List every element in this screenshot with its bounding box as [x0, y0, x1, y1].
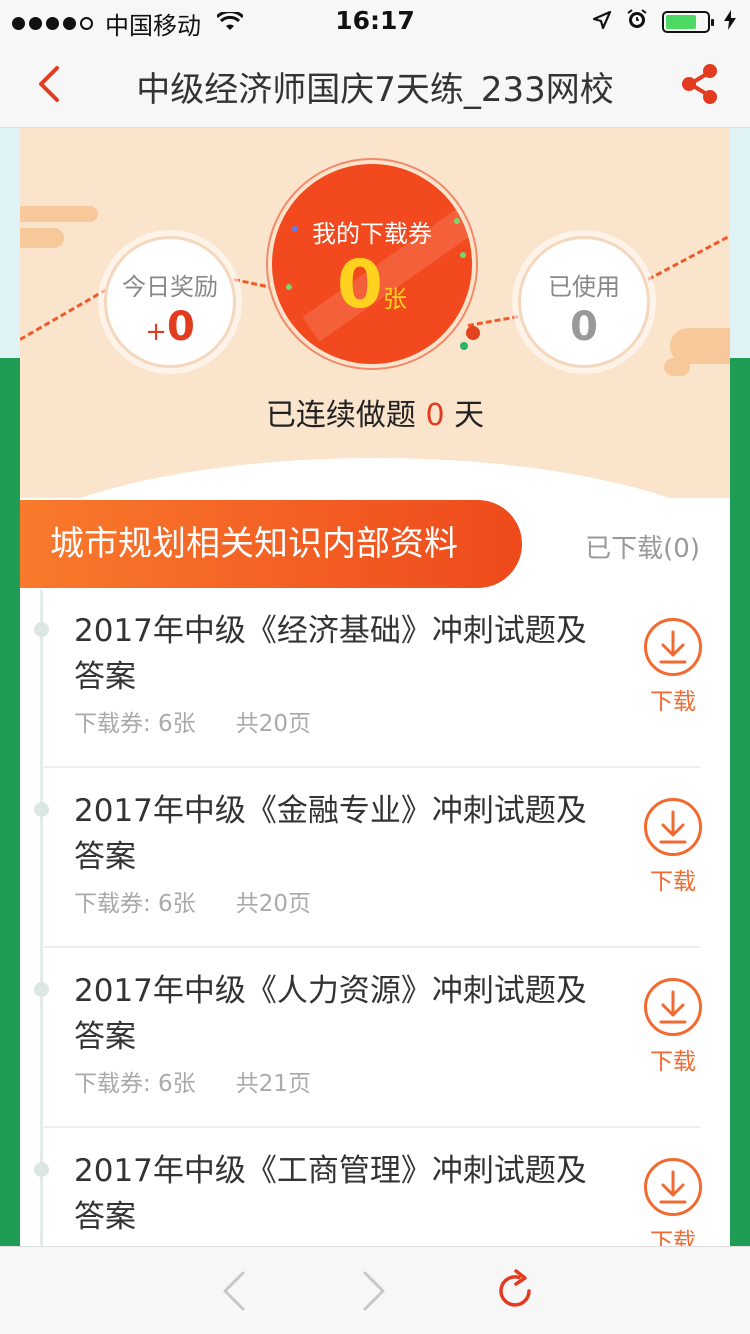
chevron-right-icon [363, 1271, 385, 1311]
streak-value: 0 [425, 398, 445, 433]
status-right [592, 8, 736, 36]
download-icon [659, 810, 687, 844]
decor-dot-red [466, 326, 480, 340]
today-reward-plus: + [145, 317, 167, 347]
list-item[interactable]: 2017年中级《人力资源》冲刺试题及答案 下载券: 6张 共21页 下载 [20, 948, 730, 1128]
today-reward-value: 0 [166, 304, 195, 350]
timeline-node [34, 622, 49, 637]
chevron-left-icon [223, 1271, 245, 1311]
my-coupon-unit: 张 [382, 285, 407, 313]
item-meta: 下载券: 6张 共21页 [74, 1064, 311, 1098]
charging-icon [724, 8, 736, 36]
item-meta: 下载券: 6张 共20页 [74, 704, 311, 738]
page-title: 中级经济师国庆7天练_233网校 [136, 70, 614, 110]
streak-suffix: 天 [454, 398, 485, 433]
download-label: 下载 [650, 1049, 696, 1075]
downloaded-link[interactable]: 已下载(0) [585, 528, 700, 565]
download-button[interactable]: 下载 [642, 978, 704, 1076]
decor-cloud-right-small [664, 358, 690, 376]
browser-toolbar [0, 1246, 750, 1334]
download-label: 下载 [650, 689, 696, 715]
list-item[interactable]: 2017年中级《经济基础》冲刺试题及答案 下载券: 6张 共20页 下载 [20, 588, 730, 768]
download-icon [659, 1170, 687, 1204]
my-coupon-label: 我的下载券 [312, 220, 432, 248]
download-icon [659, 990, 687, 1024]
today-reward-label: 今日奖励 [122, 273, 218, 301]
download-button[interactable]: 下载 [642, 1158, 704, 1246]
status-bar: 中国移动 16:17 [0, 0, 750, 40]
item-title: 2017年中级《金融专业》冲刺试题及答案 [74, 793, 587, 875]
item-pages: 共20页 [235, 891, 311, 917]
timeline-node [34, 802, 49, 817]
list-item[interactable]: 2017年中级《工商管理》冲刺试题及答案 下载 [20, 1128, 730, 1246]
browser-forward-button[interactable] [352, 1269, 396, 1313]
item-coupons: 下载券: 6张 [74, 891, 196, 917]
decor-cloud-left [20, 206, 98, 222]
browser-refresh-button[interactable] [494, 1269, 538, 1313]
download-label: 下载 [650, 869, 696, 895]
back-button[interactable] [20, 56, 76, 112]
refresh-icon [499, 1269, 531, 1307]
chevron-left-icon [39, 66, 59, 102]
item-title: 2017年中级《工商管理》冲刺试题及答案 [74, 1153, 587, 1235]
battery-icon [662, 11, 714, 33]
decor-dashed-path-right [647, 235, 729, 281]
item-coupons: 下载券: 6张 [74, 711, 196, 737]
location-arrow-icon [592, 8, 612, 36]
download-button[interactable]: 下载 [642, 618, 704, 716]
item-pages: 共20页 [235, 711, 311, 737]
browser-back-button[interactable] [212, 1269, 256, 1313]
alarm-icon [626, 8, 648, 36]
item-meta: 下载券: 6张 共20页 [74, 884, 311, 918]
streak-text: 已连续做题 0 天 [20, 390, 730, 434]
content-card: 今日奖励 +0 我的下载券 0张 已使用 0 已连续做题 0 天 城市规划相关知… [20, 128, 730, 1246]
share-button[interactable] [672, 56, 728, 112]
item-title: 2017年中级《人力资源》冲刺试题及答案 [74, 973, 587, 1055]
download-icon [659, 630, 687, 664]
coupon-hero: 今日奖励 +0 我的下载券 0张 已使用 0 已连续做题 0 天 [20, 128, 730, 578]
used-coupon-value: 0 [570, 304, 598, 350]
download-button[interactable]: 下载 [642, 798, 704, 896]
list-item[interactable]: 2017年中级《金融专业》冲刺试题及答案 下载券: 6张 共20页 下载 [20, 768, 730, 948]
item-pages: 共21页 [235, 1071, 311, 1097]
share-icon [682, 64, 717, 104]
my-coupon-value: 0 [337, 246, 383, 323]
item-title: 2017年中级《经济基础》冲刺试题及答案 [74, 613, 587, 695]
item-coupons: 下载券: 6张 [74, 1071, 196, 1097]
timeline-node [34, 982, 49, 997]
decor-dot-green [460, 342, 468, 350]
decor-dashed-path-left [20, 288, 108, 341]
today-reward-badge: 今日奖励 +0 [104, 236, 236, 368]
used-coupon-badge: 已使用 0 [518, 236, 650, 368]
timeline-node [34, 1162, 49, 1177]
section-title: 城市规划相关知识内部资料 [20, 500, 522, 588]
my-coupon-badge: 我的下载券 0张 [272, 164, 472, 364]
download-label: 下载 [650, 1229, 696, 1246]
decor-cloud-left-small [20, 228, 64, 248]
navigation-bar: 中级经济师国庆7天练_233网校 [0, 40, 750, 128]
used-coupon-label: 已使用 [548, 273, 620, 301]
streak-prefix: 已连续做题 [265, 398, 416, 433]
decor-dashed-path-center-right [467, 313, 528, 327]
